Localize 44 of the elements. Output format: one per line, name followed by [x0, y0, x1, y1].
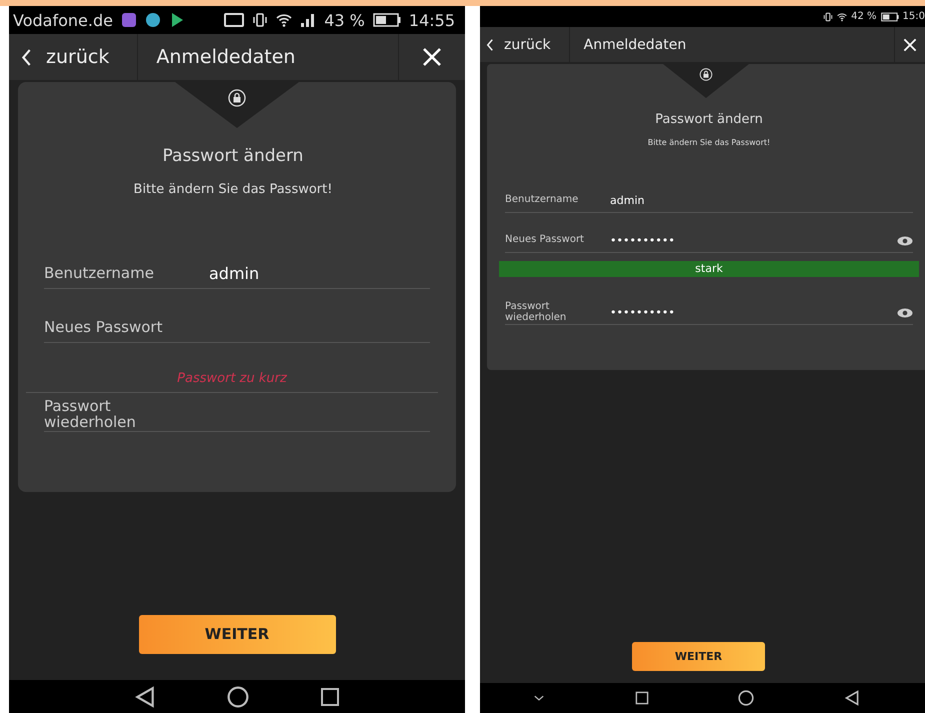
wifi-icon — [276, 12, 292, 28]
close-icon — [422, 47, 442, 67]
clock-time: 15:0 — [902, 11, 925, 22]
home-icon[interactable] — [738, 690, 754, 706]
page-title: Anmeldedaten — [155, 45, 296, 70]
lock-icon — [228, 89, 246, 107]
back-button[interactable]: zurück — [480, 27, 570, 62]
input-field[interactable]: Passwort wiederholen •••••••••• — [505, 297, 913, 325]
page-title: Anmeldedaten — [582, 36, 688, 54]
error-message: Passwort zu kurz — [26, 371, 438, 393]
chevron-left-icon — [486, 38, 494, 50]
form-title: Passwort ändern — [654, 112, 764, 127]
eye-icon[interactable] — [897, 236, 913, 246]
input-field[interactable]: Neues Passwort •••••••••• — [505, 225, 913, 253]
weiter-button[interactable]: WEITER — [632, 642, 765, 671]
home-icon[interactable] — [226, 686, 249, 708]
battery-icon — [880, 12, 899, 22]
eye-icon[interactable] — [897, 308, 913, 318]
recents-icon[interactable] — [320, 686, 340, 706]
battery-icon — [372, 13, 401, 27]
back-icon[interactable] — [844, 690, 860, 706]
lock-icon — [700, 68, 712, 81]
close-icon — [903, 38, 917, 52]
carrier-name: Vodafone.de — [13, 10, 113, 30]
input-field[interactable]: Neues Passwort — [44, 307, 430, 343]
back-button[interactable]: zurück — [9, 34, 138, 80]
clock-time: 14:55 — [408, 10, 455, 30]
form-subtitle: Bitte ändern Sie das Passwort! — [646, 138, 772, 147]
chevron-left-icon — [21, 48, 32, 66]
battery-percent: 42 % — [851, 11, 877, 22]
vibrate-icon — [252, 12, 268, 28]
strength-indicator: stark — [499, 261, 919, 277]
wifi-icon — [837, 12, 848, 22]
form-title: Passwort ändern — [162, 146, 304, 166]
input-field[interactable]: Benutzername admin — [505, 185, 913, 213]
input-field[interactable]: Passwort wiederholen — [44, 393, 430, 432]
input-field[interactable]: Benutzername admin — [44, 253, 430, 289]
vibrate-icon — [823, 12, 834, 22]
back-icon[interactable] — [134, 686, 156, 708]
weiter-button[interactable]: WEITER — [138, 615, 336, 654]
recents-icon[interactable] — [634, 691, 649, 705]
signal-icon — [300, 12, 316, 28]
battery-percent: 43 % — [324, 10, 365, 30]
form-subtitle: Bitte ändern Sie das Passwort! — [132, 182, 334, 197]
